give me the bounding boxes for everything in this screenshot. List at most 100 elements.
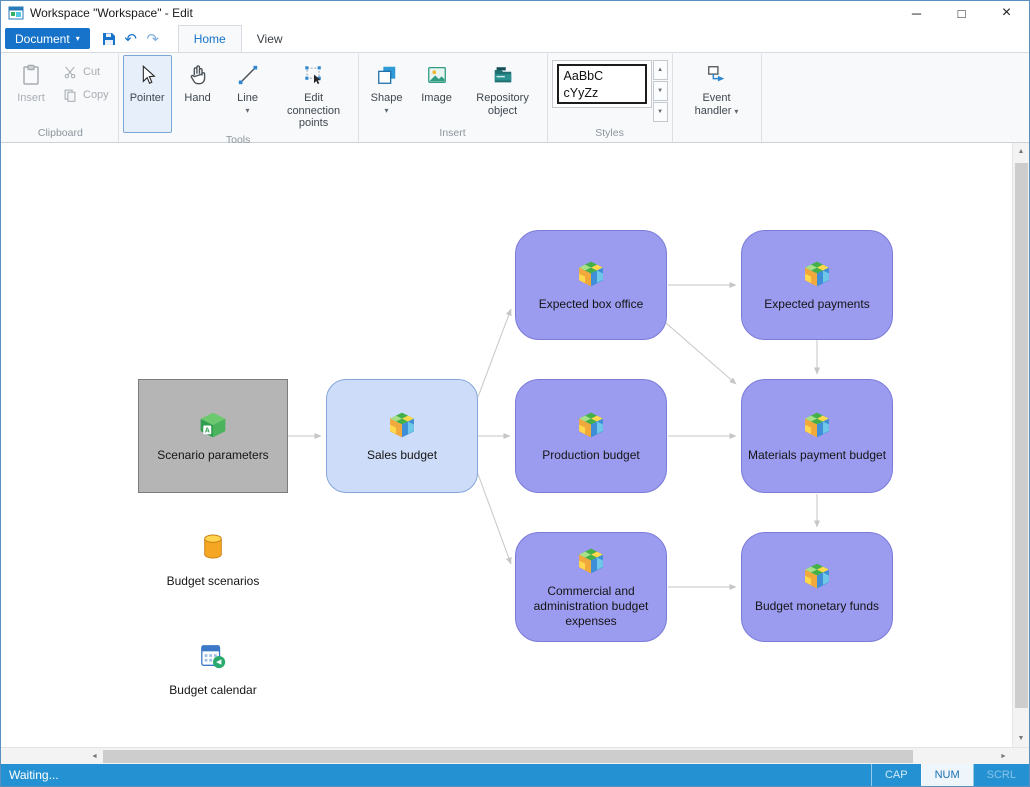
chevron-down-icon: ▾ xyxy=(385,107,389,115)
cube-icon xyxy=(576,259,606,289)
diagram-node-budget-monetary-funds[interactable]: Budget monetary funds xyxy=(741,532,893,642)
shape-icon xyxy=(373,61,401,89)
main-area: A Scenario parameters Sales budget Expected… xyxy=(1,143,1029,764)
group-label-styles: Styles xyxy=(552,126,668,142)
redo-icon[interactable]: ↷ xyxy=(142,28,164,50)
diagram-node-expected-payments[interactable]: Expected payments xyxy=(741,230,893,340)
gallery-more-button[interactable]: ▼ xyxy=(653,102,668,122)
styles-gallery: AaBbC cYyZz ▲ ▼ ▼ xyxy=(552,55,668,126)
pointer-tool-button[interactable]: Pointer xyxy=(123,55,172,133)
ribbon-tabs: Home View xyxy=(178,25,298,52)
scroll-left-arrow[interactable]: ◄ xyxy=(86,748,103,764)
maximize-button[interactable]: □ xyxy=(939,1,984,25)
event-handler-button[interactable]: Event handler ▾ xyxy=(677,55,757,138)
diagram-item-budget-scenarios[interactable]: Budget scenarios xyxy=(138,533,288,588)
statusbar: Waiting... CAP NUM SCRL xyxy=(1,764,1029,786)
diagram-node-commercial-admin-expenses[interactable]: Commercial and administration budget exp… xyxy=(515,532,667,642)
node-label: Commercial and administration budget exp… xyxy=(521,584,661,629)
scroll-up-arrow[interactable]: ▲ xyxy=(1013,143,1029,160)
style-preview-item[interactable]: AaBbC cYyZz xyxy=(557,64,647,104)
cube-icon xyxy=(576,410,606,440)
num-lock-indicator: NUM xyxy=(921,764,973,786)
scenario-cube-icon: A xyxy=(198,410,228,440)
cube-icon xyxy=(576,546,606,576)
scroll-lock-indicator: SCRL xyxy=(973,764,1029,786)
node-label: Sales budget xyxy=(367,448,437,463)
status-message: Waiting... xyxy=(1,764,59,786)
scissors-icon xyxy=(62,64,77,79)
node-label: Scenario parameters xyxy=(157,448,268,463)
minimize-button[interactable]: ─ xyxy=(894,1,939,25)
diagram-node-materials-payment-budget[interactable]: Materials payment budget xyxy=(741,379,893,493)
caps-lock-indicator: CAP xyxy=(871,764,921,786)
diagram-node-sales-budget[interactable]: Sales budget xyxy=(326,379,478,493)
group-label-clipboard: Clipboard xyxy=(7,126,114,142)
window-controls: ─ □ × xyxy=(894,1,1029,25)
cube-icon xyxy=(387,410,417,440)
diagram-item-budget-calendar[interactable]: Budget calendar xyxy=(138,642,288,697)
chevron-down-icon: ▾ xyxy=(734,107,738,116)
tab-home[interactable]: Home xyxy=(178,25,242,52)
app-icon xyxy=(8,5,24,21)
node-label: Budget monetary funds xyxy=(755,599,879,614)
cube-icon xyxy=(802,561,832,591)
group-event-handler: Event handler ▾ xyxy=(673,54,762,142)
hand-tool-button[interactable]: Hand xyxy=(174,55,222,133)
connection-points-icon xyxy=(300,61,328,89)
line-tool-button[interactable]: Line ▾ xyxy=(224,55,272,133)
document-menu-button[interactable]: Document ▾ xyxy=(5,28,90,49)
cube-icon xyxy=(802,410,832,440)
database-icon xyxy=(201,533,225,561)
line-icon xyxy=(234,61,262,89)
tab-view[interactable]: View xyxy=(242,25,298,52)
calendar-icon xyxy=(199,642,227,670)
node-label: Expected payments xyxy=(764,297,869,312)
node-label: Materials payment budget xyxy=(748,448,886,463)
clipboard-icon xyxy=(17,61,45,89)
pointer-icon xyxy=(133,61,161,89)
repository-icon xyxy=(489,61,517,89)
image-button[interactable]: Image xyxy=(413,55,461,126)
node-label: Production budget xyxy=(542,448,639,463)
cube-icon xyxy=(802,259,832,289)
ribbon: Insert Cut Copy xyxy=(1,52,1029,143)
undo-icon[interactable]: ↶ xyxy=(120,28,142,50)
svg-text:A: A xyxy=(205,427,210,434)
event-handler-icon xyxy=(703,61,731,89)
cut-button[interactable]: Cut xyxy=(57,63,114,80)
gallery-scroll-up[interactable]: ▲ xyxy=(653,60,668,80)
node-label: Budget calendar xyxy=(169,683,256,697)
diagram-canvas[interactable]: A Scenario parameters Sales budget Expected… xyxy=(1,143,1012,747)
diagram-node-expected-box-office[interactable]: Expected box office xyxy=(515,230,667,340)
image-icon xyxy=(423,61,451,89)
insert-clipboard-button[interactable]: Insert xyxy=(7,55,55,126)
group-insert: Shape ▾ Image Repository object Insert xyxy=(359,54,548,142)
group-label-insert: Insert xyxy=(363,126,543,142)
quick-access-toolbar: Document ▾ ↶ ↷ Home View xyxy=(1,25,1029,52)
hand-icon xyxy=(184,61,212,89)
event-handler-label: Event handler ▾ xyxy=(684,92,750,117)
repository-object-button[interactable]: Repository object xyxy=(463,55,543,126)
chevron-down-icon: ▾ xyxy=(76,35,80,43)
group-clipboard: Insert Cut Copy xyxy=(3,54,119,142)
window-title: Workspace "Workspace" - Edit xyxy=(30,6,193,20)
diagram-node-scenario-parameters[interactable]: A Scenario parameters xyxy=(138,379,288,493)
scroll-down-arrow[interactable]: ▼ xyxy=(1013,730,1029,747)
shape-button[interactable]: Shape ▾ xyxy=(363,55,411,126)
copy-button[interactable]: Copy xyxy=(57,86,114,103)
vertical-scroll-thumb[interactable] xyxy=(1015,163,1028,708)
node-label: Expected box office xyxy=(539,297,644,312)
horizontal-scrollbar[interactable]: ◄ ► xyxy=(1,747,1029,764)
group-tools: Pointer Hand Line ▾ xyxy=(119,54,359,142)
gallery-scroll-down[interactable]: ▼ xyxy=(653,81,668,101)
group-styles: AaBbC cYyZz ▲ ▼ ▼ Styles xyxy=(548,54,673,142)
titlebar: Workspace "Workspace" - Edit ─ □ × xyxy=(1,1,1029,25)
app-window: Workspace "Workspace" - Edit ─ □ × Docum… xyxy=(0,0,1030,787)
vertical-scrollbar[interactable]: ▲ ▼ xyxy=(1012,143,1029,747)
scroll-right-arrow[interactable]: ► xyxy=(995,748,1012,764)
edit-connection-points-button[interactable]: Edit connection points xyxy=(274,55,354,133)
save-icon[interactable] xyxy=(98,28,120,50)
horizontal-scroll-thumb[interactable] xyxy=(103,750,913,763)
diagram-node-production-budget[interactable]: Production budget xyxy=(515,379,667,493)
close-button[interactable]: × xyxy=(984,1,1029,25)
